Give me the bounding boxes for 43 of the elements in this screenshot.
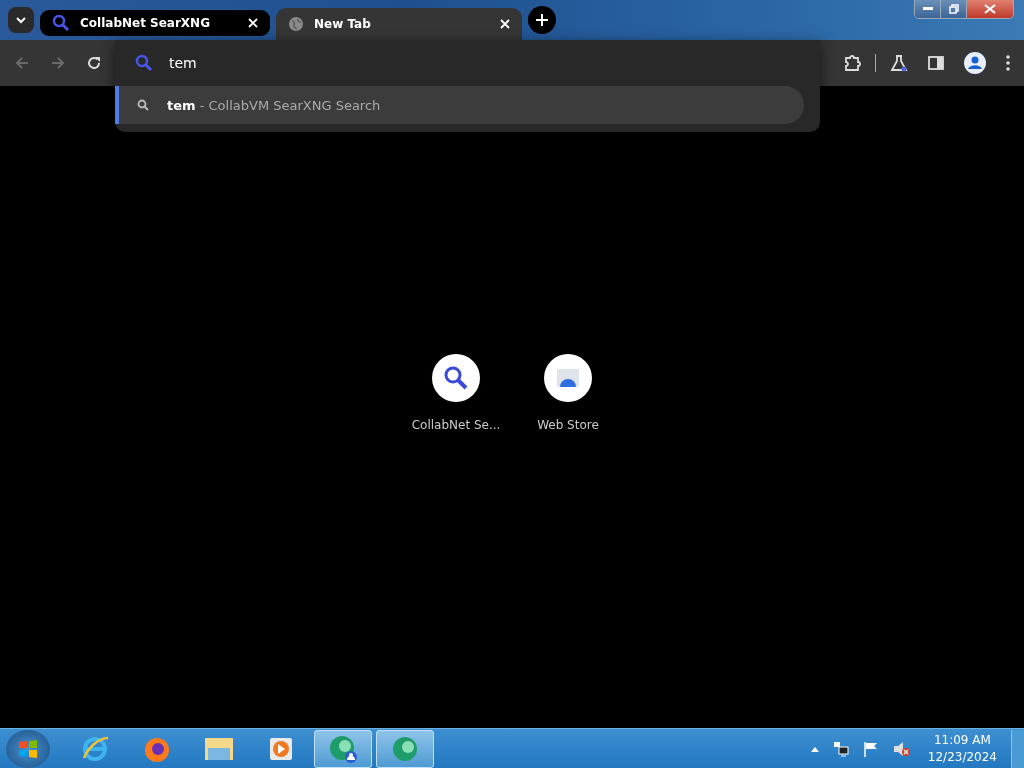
close-icon	[984, 4, 996, 14]
browser-tab[interactable]: CollabNet SearXNG	[40, 10, 270, 36]
minimize-button[interactable]	[915, 0, 941, 18]
magnifier-icon	[135, 54, 153, 72]
clock-date: 12/23/2024	[927, 748, 997, 766]
restore-icon	[948, 4, 959, 14]
magnifier-icon	[443, 365, 469, 391]
shortcut-tile[interactable]: Web Store	[524, 354, 612, 432]
store-icon	[556, 368, 580, 388]
menu-icon[interactable]	[1006, 55, 1010, 71]
clock-time: 11:09 AM	[933, 731, 991, 749]
flag-icon[interactable]	[862, 740, 879, 757]
tab-title: CollabNet SearXNG	[80, 16, 211, 30]
taskbar-app-button[interactable]	[314, 729, 372, 768]
network-icon[interactable]	[832, 740, 849, 757]
puzzle-icon[interactable]	[843, 54, 861, 72]
restore-button[interactable]	[941, 0, 967, 18]
chevron-down-icon	[15, 14, 27, 26]
address-field[interactable]: tem	[169, 55, 669, 71]
close-icon[interactable]	[500, 19, 510, 29]
search-icon	[137, 99, 149, 111]
globe-icon	[288, 16, 304, 32]
close-button[interactable]	[967, 0, 1013, 18]
profile-avatar-icon[interactable]	[964, 52, 986, 74]
clock[interactable]: 11:09 AM 12/23/2024	[927, 731, 997, 766]
close-icon[interactable]	[248, 18, 258, 28]
plus-icon	[536, 14, 548, 26]
reload-icon[interactable]	[86, 55, 102, 71]
tab-title: New Tab	[314, 17, 372, 31]
flask-icon[interactable]	[890, 54, 908, 72]
start-button[interactable]	[6, 729, 50, 768]
speaker-muted-icon[interactable]	[892, 740, 911, 757]
windows-logo-icon	[17, 737, 39, 760]
taskbar-app-button[interactable]	[376, 729, 434, 768]
side-panel-icon[interactable]	[928, 55, 944, 71]
new-tab-button[interactable]	[528, 6, 556, 34]
minimize-icon	[922, 7, 933, 11]
magnifier-icon	[52, 14, 70, 32]
tab-search-button[interactable]	[8, 7, 34, 33]
caret-up-icon[interactable]	[810, 745, 819, 752]
shortcut-tile[interactable]: CollabNet Se...	[412, 354, 500, 432]
suggestion-item[interactable]: tem - CollabVM SearXNG Search	[115, 86, 804, 124]
browser-tab[interactable]: New Tab	[276, 8, 522, 40]
